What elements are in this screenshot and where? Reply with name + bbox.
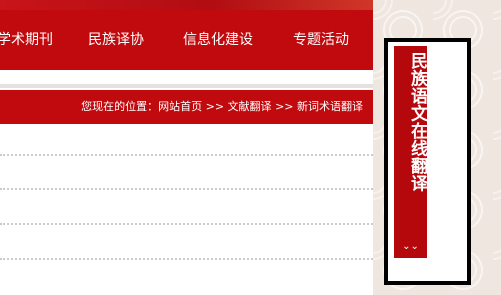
location-bar: 您现在的位置：网站首页 >> 文献翻译 >> 新词术语翻译	[0, 90, 373, 124]
header-banner-strip	[0, 0, 385, 10]
nav-item-special-activities[interactable]: 专题活动	[293, 30, 349, 50]
online-translation-title: 民族语文在线翻译	[407, 52, 427, 192]
breadcrumb-separator: >>	[205, 100, 225, 113]
online-translation-button[interactable]: 民族语文在线翻译 ⌄⌄	[394, 46, 427, 258]
breadcrumb-prefix: 您现在的位置：	[81, 100, 159, 113]
nav-item-translators-association[interactable]: 民族译协	[88, 30, 144, 50]
breadcrumb-current-link[interactable]: 新词术语翻译	[297, 100, 363, 113]
breadcrumb: 您现在的位置：网站首页 >> 文献翻译 >> 新词术语翻译	[81, 100, 363, 114]
list-item-divider	[0, 188, 373, 190]
list-item-divider	[0, 258, 373, 260]
breadcrumb-section-link[interactable]: 文献翻译	[228, 100, 272, 113]
nav-item-informatization[interactable]: 信息化建设	[183, 30, 253, 50]
chevron-down-icon: ⌄⌄	[402, 241, 419, 252]
nav-item-journals[interactable]: 学术期刊	[0, 30, 53, 50]
content-area: 您现在的位置：网站首页 >> 文献翻译 >> 新词术语翻译	[0, 70, 373, 295]
list-item-divider	[0, 223, 373, 225]
breadcrumb-home-link[interactable]: 网站首页	[158, 100, 202, 113]
main-nav: 学术期刊 民族译协 信息化建设 专题活动	[0, 10, 373, 70]
list-item-divider	[0, 154, 373, 156]
online-translation-widget[interactable]: 民族语文在线翻译 ⌄⌄	[384, 38, 471, 285]
divider	[0, 84, 373, 88]
breadcrumb-separator: >>	[275, 100, 294, 113]
